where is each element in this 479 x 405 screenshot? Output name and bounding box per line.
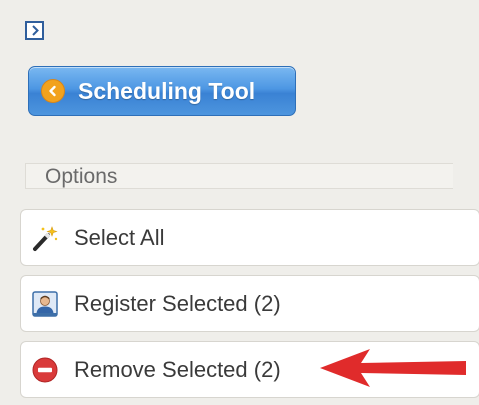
user-card-icon (31, 290, 59, 318)
options-header: Options (25, 163, 453, 189)
chevron-right-icon (31, 25, 39, 36)
scheduling-tool-button[interactable]: Scheduling Tool (28, 66, 296, 116)
register-selected-label: Register Selected (2) (74, 290, 281, 316)
select-all-button[interactable]: Select All (20, 209, 479, 266)
select-all-label: Select All (74, 224, 165, 250)
expand-panel-button[interactable] (25, 21, 44, 40)
red-arrow-annotation-icon (320, 349, 466, 387)
chevron-left-circle-icon (41, 79, 65, 103)
remove-selected-label: Remove Selected (2) (74, 356, 281, 382)
sidebar-panel: Scheduling Tool Options Select All Regis… (0, 0, 479, 405)
register-selected-button[interactable]: Register Selected (2) (20, 275, 479, 332)
scheduling-tool-label: Scheduling Tool (78, 77, 256, 104)
remove-circle-icon (31, 356, 59, 384)
magic-wand-icon (31, 224, 59, 252)
